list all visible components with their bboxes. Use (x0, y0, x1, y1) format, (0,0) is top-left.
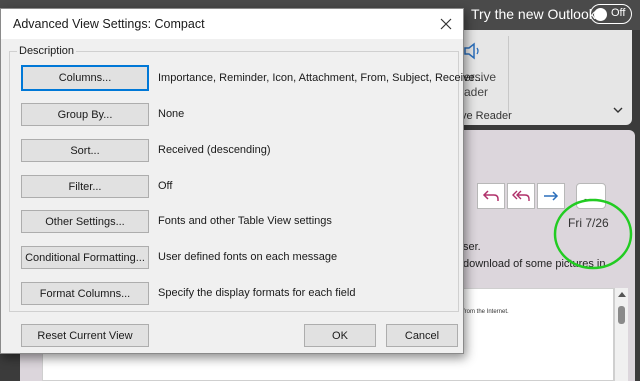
message-scrollbar[interactable] (614, 288, 628, 381)
try-new-outlook-label: Try the new Outlook (471, 6, 596, 22)
info-bar-line-1: ser. (463, 241, 481, 253)
toggle-knob (594, 7, 607, 21)
description-group-label: Description (17, 45, 77, 57)
reset-current-view-button[interactable]: Reset Current View (21, 324, 149, 347)
message-body-snippet: from the Internet. (463, 309, 509, 315)
filter-description: Off (158, 180, 173, 192)
close-icon[interactable] (439, 17, 453, 31)
reply-icon (482, 190, 499, 201)
immersive-reader-label-2[interactable]: ader (464, 85, 488, 99)
reply-all-icon (512, 190, 530, 201)
scroll-up-arrow-icon[interactable] (618, 292, 626, 297)
format-columns-description: Specify the display formats for each fie… (158, 287, 356, 299)
format-columns-button[interactable]: Format Columns... (21, 282, 149, 305)
ribbon-separator (508, 36, 509, 118)
reply-all-button[interactable] (507, 183, 535, 209)
speaker-icon[interactable] (462, 40, 482, 62)
highlight-circle (553, 198, 633, 270)
advanced-view-settings-dialog: Advanced View Settings: Compact Descript… (0, 8, 484, 354)
group-by-description: None (158, 108, 185, 120)
ribbon-group-label: ve Reader (461, 110, 512, 122)
columns-button[interactable]: Columns... (21, 65, 149, 91)
other-settings-button[interactable]: Other Settings... (21, 210, 149, 233)
filter-button[interactable]: Filter... (21, 175, 149, 198)
ok-button[interactable]: OK (304, 324, 376, 347)
try-new-outlook-toggle[interactable]: Off (590, 4, 632, 24)
sort-description: Received (descending) (158, 144, 271, 156)
dialog-titlebar: Advanced View Settings: Compact (1, 9, 463, 39)
cancel-button[interactable]: Cancel (386, 324, 458, 347)
other-settings-description: Fonts and other Table View settings (158, 215, 332, 227)
conditional-formatting-button[interactable]: Conditional Formatting... (21, 246, 149, 269)
conditional-formatting-description: User defined fonts on each message (158, 251, 338, 263)
reply-button[interactable] (477, 183, 505, 209)
dialog-title: Advanced View Settings: Compact (13, 17, 205, 31)
scrollbar-thumb[interactable] (618, 306, 625, 324)
chevron-down-icon[interactable] (612, 104, 624, 116)
columns-description: Importance, Reminder, Icon, Attachment, … (158, 72, 484, 84)
sort-button[interactable]: Sort... (21, 139, 149, 162)
group-by-button[interactable]: Group By... (21, 103, 149, 126)
toggle-label: Off (611, 7, 626, 19)
